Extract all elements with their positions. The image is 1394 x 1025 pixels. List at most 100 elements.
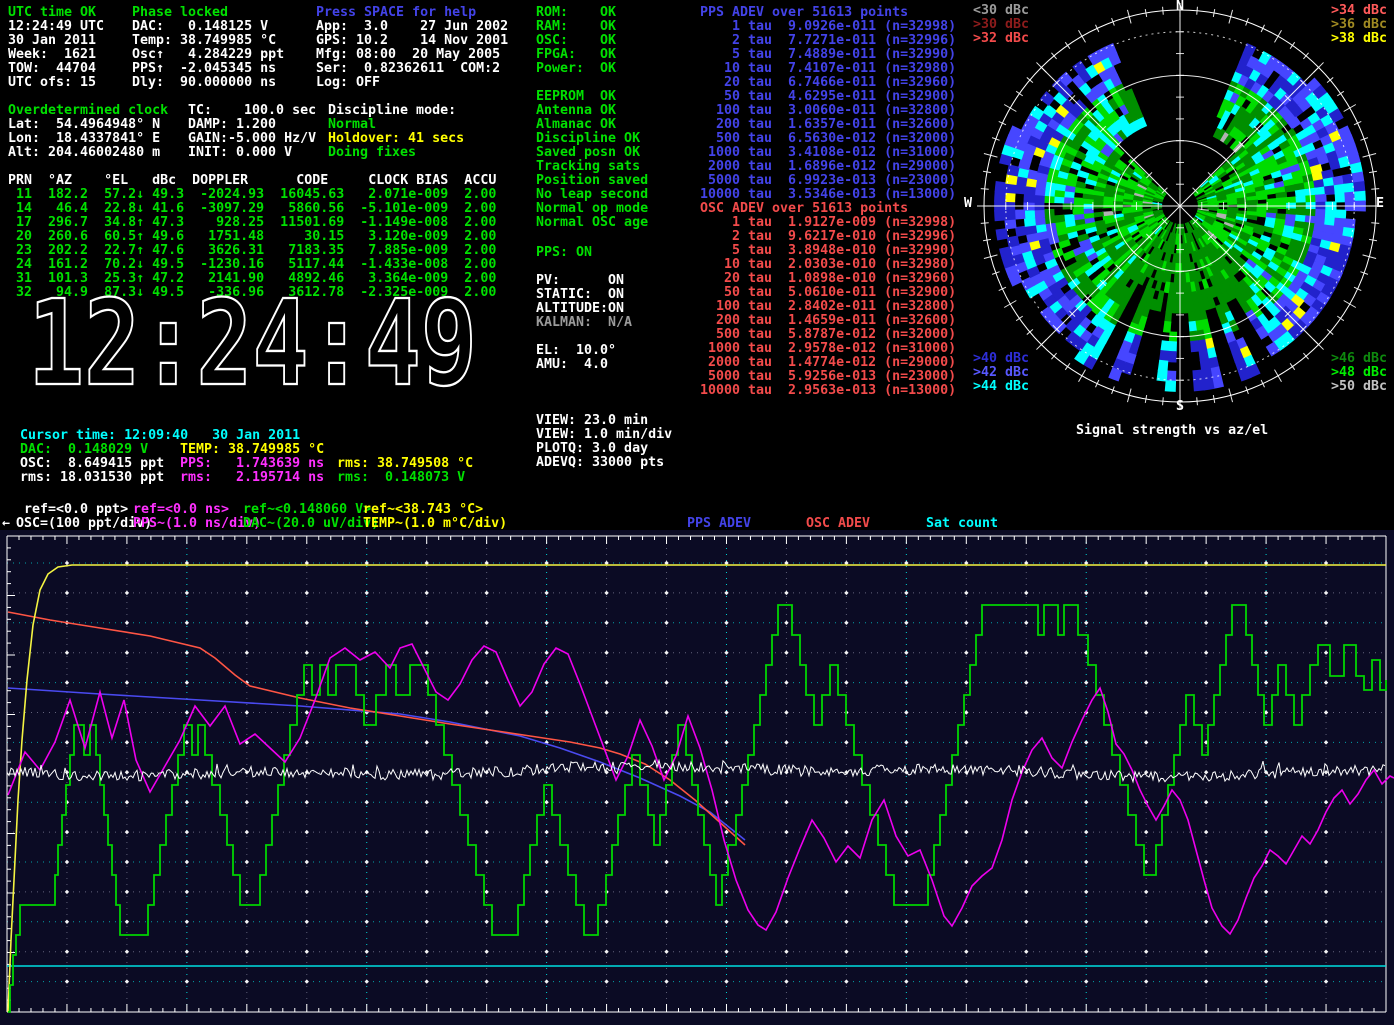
plot-ref-label: ref~<0.148060 V> xyxy=(243,503,371,517)
phase-lock-block-line: Dly: 90.000000 ns xyxy=(132,76,276,90)
clock-info-col1: Overdetermined clock xyxy=(8,104,168,118)
version-block-title: Press SPACE for help xyxy=(316,6,476,20)
pps-adev-table-line: 2 tau 7.7271e-011 (n=32996) xyxy=(700,34,956,48)
sat-table-row: 20 260.6 60.5↑ 49.6 1751.48 30.15 3.120e… xyxy=(8,230,496,244)
hw-selftest-block-line: ROM: OK xyxy=(536,6,616,20)
clock-info-col3: Normal xyxy=(328,118,376,132)
version-block-line: Ser: 0.82362611 COM:2 xyxy=(316,62,500,76)
osc-adev-table-line: 500 tau 5.8787e-012 (n=32000) xyxy=(700,328,956,342)
nav-mode-line: KALMAN: N/A xyxy=(536,316,632,330)
osc-adev-table-line: 5 tau 3.8948e-010 (n=32990) xyxy=(700,244,956,258)
amu-mask: AMU: 4.0 xyxy=(536,358,608,372)
hw-selftest-block-line: OSC: OK xyxy=(536,34,616,48)
clock-info-col1: Lon: 18.4337841° E xyxy=(8,132,160,146)
receiver-status-line: No leap second xyxy=(536,188,648,202)
plot-scale-label: OSC ADEV xyxy=(806,517,870,531)
receiver-status-line: Normal op mode xyxy=(536,202,648,216)
heather-screen: UTC time OK12:24:49 UTC30 Jan 2011Week: … xyxy=(0,0,1394,1025)
version-block-line: App: 3.0 27 Jun 2002 xyxy=(316,20,508,34)
receiver-status-line: Antenna OK xyxy=(536,104,616,118)
plot-ref-label: ref=<0.0 ppt> xyxy=(24,503,128,517)
polar-grid xyxy=(977,3,1383,409)
osc-adev-table-line: 1 tau 1.9127e-009 (n=32998) xyxy=(700,216,956,230)
clock-info-col3: Discipline mode: xyxy=(328,104,456,118)
plot-scale-label: TEMP~(1.0 m°C/div) xyxy=(363,517,507,531)
phase-lock-block-line: PPS↑ -2.045345 ns xyxy=(132,62,276,76)
pps-state: PPS: ON xyxy=(536,246,592,260)
receiver-status-line: EEPROM OK xyxy=(536,90,616,104)
sat-table-row: 14 46.4 22.8↓ 41.6 -3097.29 5860.56 -5.1… xyxy=(8,202,496,216)
utc-time-block-line: Week: 1621 xyxy=(8,48,96,62)
receiver-status-line: Tracking sats xyxy=(536,160,640,174)
cursor-time: Cursor time: 12:09:40 30 Jan 2011 xyxy=(20,429,300,443)
phase-lock-block-line: DAC: 0.148125 V xyxy=(132,20,268,34)
osc-adev-table-line: 5000 tau 5.9256e-013 (n=23000) xyxy=(700,370,956,384)
utc-time-block-line: 30 Jan 2011 xyxy=(8,34,96,48)
cursor-stat: rms: 2.195714 ns xyxy=(180,471,324,485)
cursor-stat: rms: 18.031530 ppt xyxy=(20,471,164,485)
clock-info-col2: GAIN:-5.000 Hz/V xyxy=(188,132,316,146)
pps-adev-table-line: 10000 tau 3.5346e-013 (n=13000) xyxy=(700,188,956,202)
clock-info-col2: TC: 100.0 sec xyxy=(188,104,316,118)
cursor-stat: rms: 0.148073 V xyxy=(337,471,465,485)
view-config-line: PLOTQ: 3.0 day xyxy=(536,442,648,456)
plot-ref-label: ref~<38.743 °C> xyxy=(363,503,483,517)
pps-adev-table-line: 5000 tau 6.9923e-013 (n=23000) xyxy=(700,174,956,188)
pps-adev-table-line: 20 tau 6.7466e-011 (n=32960) xyxy=(700,76,956,90)
pps-adev-table-line: 1 tau 9.0926e-011 (n=32998) xyxy=(700,20,956,34)
osc-adev-table-line: 2000 tau 1.4774e-012 (n=29000) xyxy=(700,356,956,370)
view-config-line: ADEVQ: 33000 pts xyxy=(536,456,664,470)
pps-adev-table-line: 500 tau 6.5630e-012 (n=32000) xyxy=(700,132,956,146)
sat-table-row: 11 182.2 57.2↓ 49.3 -2024.93 16045.63 2.… xyxy=(8,188,496,202)
plot-scale-label: PPS~(1.0 ns/div) xyxy=(133,517,261,531)
sat-table-row: 23 202.2 22.7↑ 47.6 3626.31 7183.35 7.88… xyxy=(8,244,496,258)
version-block-line: Mfg: 08:00 20 May 2005 xyxy=(316,48,500,62)
osc-adev-table-line: 10 tau 2.0303e-010 (n=32980) xyxy=(700,258,956,272)
osc-adev-table-line: 100 tau 2.8402e-011 (n=32800) xyxy=(700,300,956,314)
plot-scale-label: DAC~(20.0 uV/div) xyxy=(243,517,379,531)
pps-adev-table-line: 5 tau 7.4889e-011 (n=32990) xyxy=(700,48,956,62)
plot-scale-label: PPS ADEV xyxy=(687,517,751,531)
phase-lock-block-line: Osc↑ 4.284229 ppt xyxy=(132,48,284,62)
pps-adev-table-line: 50 tau 4.6295e-011 (n=32900) xyxy=(700,90,956,104)
utc-time-block-line: TOW: 44704 xyxy=(8,62,96,76)
clock-info-col3: Holdover: 41 secs xyxy=(328,132,464,146)
pps-adev-table-line: 2000 tau 1.6896e-012 (n=29000) xyxy=(700,160,956,174)
clock-info-col3: Doing fixes xyxy=(328,146,416,160)
pps-adev-table-line: 10 tau 7.4107e-011 (n=32980) xyxy=(700,62,956,76)
nav-mode-line: STATIC: ON xyxy=(536,288,624,302)
phase-lock-block-line: Temp: 38.749985 °C xyxy=(132,34,276,48)
nav-mode-line: ALTITUDE:ON xyxy=(536,302,624,316)
hw-selftest-block-line: Power: OK xyxy=(536,62,616,76)
pps-adev-table-line: 200 tau 1.6357e-011 (n=32600) xyxy=(700,118,956,132)
clock-info-col2: INIT: 0.000 V xyxy=(188,146,292,160)
mouse-cursor: ← xyxy=(2,517,10,531)
osc-adev-table-title: OSC ADEV over 51613 points xyxy=(700,202,908,216)
osc-adev-table-line: 2 tau 9.6217e-010 (n=32996) xyxy=(700,230,956,244)
elevation-mask: EL: 10.0° xyxy=(536,344,616,358)
hw-selftest-block-line: RAM: OK xyxy=(536,20,616,34)
cursor-stat: rms: 38.749508 °C xyxy=(337,457,473,471)
version-block-line: Log: OFF xyxy=(316,76,380,90)
receiver-status-line: Discipline OK xyxy=(536,132,640,146)
plot-ref-label: ref=<0.0 ns> xyxy=(133,503,229,517)
view-config-line: VIEW: 1.0 min/div xyxy=(536,428,672,442)
satellite-signal-map-icon xyxy=(960,0,1394,420)
history-plot[interactable] xyxy=(0,530,1394,1025)
sat-table-row: 17 296.7 34.8↑ 47.3 928.25 11501.69 -1.1… xyxy=(8,216,496,230)
cursor-stat: PPS: 1.743639 ns xyxy=(180,457,324,471)
utc-time-block-line: 12:24:49 UTC xyxy=(8,20,104,34)
receiver-status-line: Almanac OK xyxy=(536,118,616,132)
pps-adev-table-line: 1000 tau 3.4108e-012 (n=31000) xyxy=(700,146,956,160)
clock-info-col1: Alt: 204.46002480 m xyxy=(8,146,160,160)
receiver-status-line: Saved posn OK xyxy=(536,146,640,160)
utc-time-block-title: UTC time OK xyxy=(8,6,96,20)
receiver-status-line: Position saved xyxy=(536,174,648,188)
version-block-line: GPS: 10.2 14 Nov 2001 xyxy=(316,34,508,48)
plot-scale-label: OSC=(100 ppt/div) xyxy=(16,517,152,531)
cursor-stat: TEMP: 38.749985 °C xyxy=(180,443,324,457)
phase-lock-block-title: Phase locked xyxy=(132,6,228,20)
osc-adev-table-line: 50 tau 5.0610e-011 (n=32900) xyxy=(700,286,956,300)
osc-adev-table-line: 200 tau 1.4659e-011 (n=32600) xyxy=(700,314,956,328)
pps-adev-table-title: PPS ADEV over 51613 points xyxy=(700,6,908,20)
